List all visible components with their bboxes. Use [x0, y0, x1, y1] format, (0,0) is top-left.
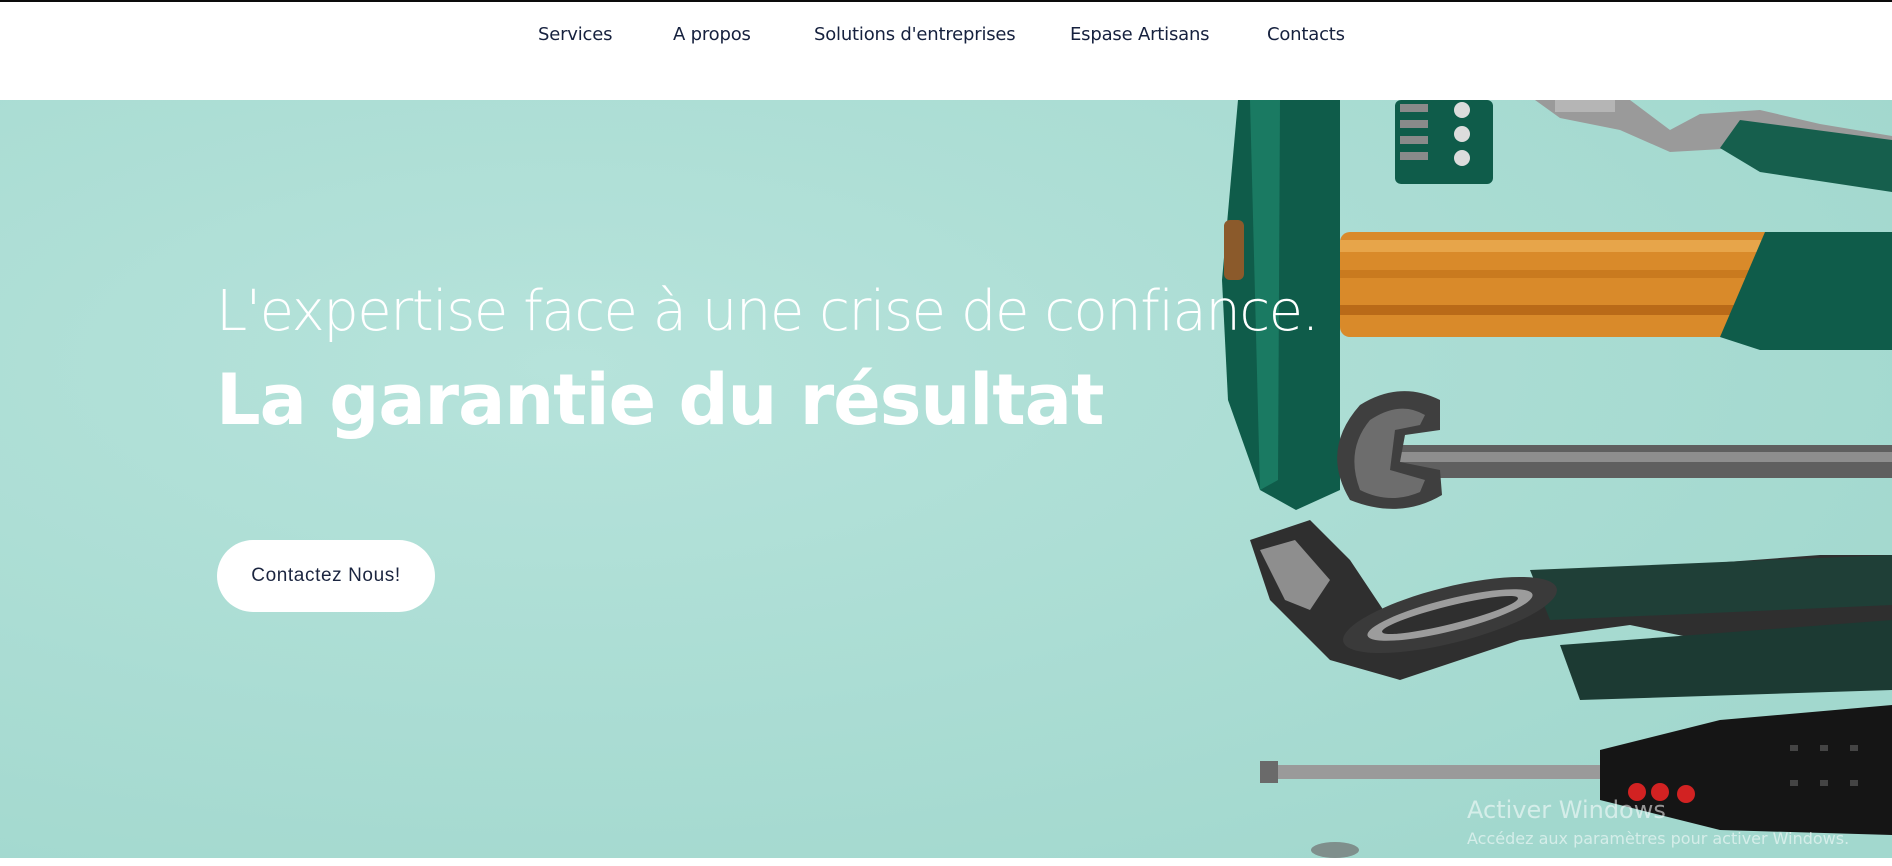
bit-set-icon — [1395, 100, 1493, 184]
nav-item-espase-artisans[interactable]: Espase Artisans — [1070, 22, 1210, 48]
contact-us-button[interactable]: Contactez Nous! — [217, 540, 435, 612]
nav-item-solutions-entreprises[interactable]: Solutions d'entreprises — [814, 22, 1016, 48]
nav-item-contacts[interactable]: Contacts — [1267, 22, 1345, 48]
watermark-subtitle: Accédez aux paramètres pour activer Wind… — [1467, 829, 1850, 848]
pliers-icon — [1535, 100, 1892, 192]
hero-tagline: L'expertise face à une crise de confianc… — [216, 279, 1319, 344]
tools-photo — [1222, 100, 1892, 858]
wrench-icon — [1337, 391, 1892, 509]
hero-section: L'expertise face à une crise de confianc… — [0, 100, 1892, 858]
main-navigation: Services A propos Solutions d'entreprise… — [0, 2, 1892, 100]
nav-item-a-propos[interactable]: A propos — [673, 22, 751, 48]
watermark-title: Activer Windows — [1467, 796, 1666, 824]
nav-item-services[interactable]: Services — [538, 22, 613, 48]
bottom-bar — [0, 858, 1892, 866]
windows-activation-watermark: Activer Windows Accédez aux paramètres p… — [1467, 794, 1849, 850]
hero-headline: La garantie du résultat — [216, 359, 1104, 441]
water-pump-pliers-icon — [1250, 520, 1892, 700]
